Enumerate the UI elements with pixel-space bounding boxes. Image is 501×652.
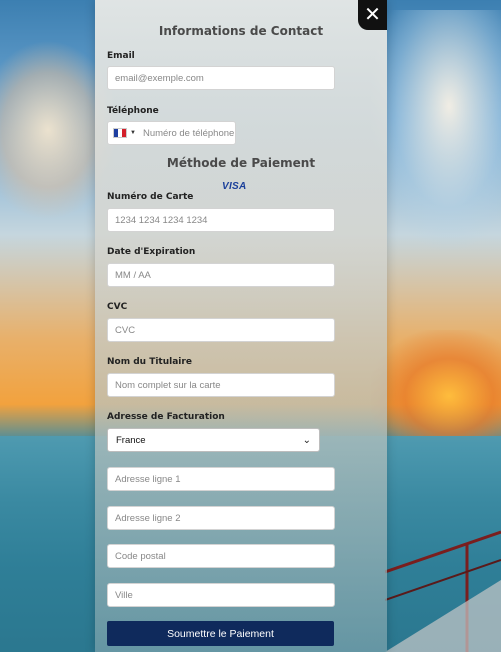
phone-label: Téléphone — [107, 106, 159, 116]
postal-code-field[interactable]: Code postal — [107, 544, 335, 568]
phone-placeholder: Numéro de téléphone — [142, 127, 235, 139]
expiry-field[interactable]: MM / AA — [107, 263, 335, 287]
background-railing — [385, 530, 501, 652]
contact-section-title: Informations de Contact — [158, 24, 324, 38]
background-clouds-right — [371, 10, 501, 250]
expiry-label: Date d'Expiration — [107, 247, 196, 257]
email-label: Email — [107, 51, 135, 61]
holder-placeholder: Nom complet sur la carte — [115, 379, 221, 391]
chevron-down-icon: ⌄ — [302, 434, 311, 446]
visa-logo: VISA — [222, 181, 247, 192]
cardholder-name-field[interactable]: Nom complet sur la carte — [107, 373, 335, 397]
expiry-placeholder: MM / AA — [115, 269, 151, 281]
cvc-label: CVC — [107, 302, 128, 312]
email-placeholder: email@exemple.com — [115, 72, 204, 84]
cvc-placeholder: CVC — [115, 324, 136, 336]
phone-field[interactable]: ▼ Numéro de téléphone — [107, 121, 236, 145]
postal-placeholder: Code postal — [115, 550, 166, 562]
card-number-label: Numéro de Carte — [107, 192, 194, 202]
payment-section-title: Méthode de Paiement — [166, 156, 316, 170]
billing-address-label: Adresse de Facturation — [107, 412, 225, 422]
card-number-placeholder: 1234 1234 1234 1234 — [115, 214, 208, 226]
address-line1-field[interactable]: Adresse ligne 1 — [107, 467, 335, 491]
holder-label: Nom du Titulaire — [107, 357, 192, 367]
submit-payment-button[interactable]: Soumettre le Paiement — [107, 621, 334, 646]
address1-placeholder: Adresse ligne 1 — [115, 473, 181, 485]
address2-placeholder: Adresse ligne 2 — [115, 512, 181, 524]
city-placeholder: Ville — [115, 589, 133, 601]
cvc-field[interactable]: CVC — [107, 318, 335, 342]
email-field[interactable]: email@exemple.com — [107, 66, 335, 90]
france-flag-icon[interactable] — [113, 128, 127, 138]
country-selected-value: France — [116, 434, 146, 446]
close-icon: ✕ — [364, 4, 381, 26]
country-select[interactable]: France ⌄ — [107, 428, 320, 452]
address-line2-field[interactable]: Adresse ligne 2 — [107, 506, 335, 530]
city-field[interactable]: Ville — [107, 583, 335, 607]
card-number-field[interactable]: 1234 1234 1234 1234 — [107, 208, 335, 232]
country-caret-icon[interactable]: ▼ — [130, 130, 136, 136]
background-sunset — [371, 330, 501, 440]
